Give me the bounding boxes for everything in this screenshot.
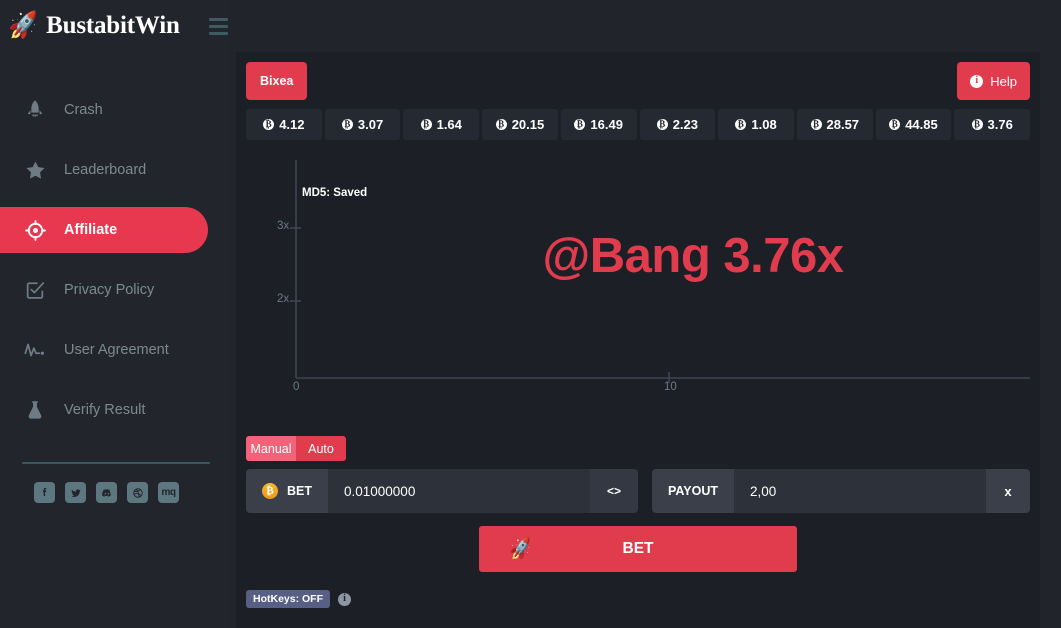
md5-status: MD5: Saved bbox=[302, 187, 368, 199]
twitter-icon[interactable] bbox=[65, 482, 86, 503]
bet-swap-button[interactable]: <> bbox=[590, 469, 638, 513]
sidebar-item-label: User Agreement bbox=[64, 342, 169, 358]
bet-amount-input[interactable] bbox=[328, 469, 590, 513]
history-chips: ₿ 4.12 ₿ 3.07 ₿ 1.64 ₿ 20.15 ₿ 16.49 ₿ 2… bbox=[246, 109, 1031, 140]
panel-toolbar: Bixea i Help bbox=[246, 62, 1030, 102]
rocket-icon bbox=[22, 97, 48, 123]
sidebar-item-label: Affiliate bbox=[64, 222, 118, 238]
history-chip-value: 16.49 bbox=[590, 117, 623, 132]
x-tick-label: 10 bbox=[664, 381, 677, 393]
main-area: Bixea i Help ₿ 4.12 ₿ 3.07 ₿ 1.64 ₿ 20.1… bbox=[228, 0, 1061, 628]
history-chip-value: 44.85 bbox=[905, 117, 938, 132]
coin-icon: ₿ bbox=[656, 119, 668, 130]
bet-label-text: BET bbox=[287, 484, 312, 498]
crash-result-label: @Bang 3.76x bbox=[542, 229, 844, 283]
hotkeys-toggle[interactable]: HotKeys: OFF bbox=[246, 590, 331, 608]
history-chip[interactable]: ₿ 1.64 bbox=[403, 109, 480, 140]
sidebar-item-privacy-policy[interactable]: Privacy Policy bbox=[0, 267, 208, 313]
history-chip-value: 4.12 bbox=[279, 117, 305, 132]
history-chip-value: 2.23 bbox=[672, 117, 699, 132]
hamburger-icon[interactable] bbox=[208, 17, 228, 35]
facebook-icon[interactable] bbox=[34, 482, 55, 503]
bitcoin-icon: ₿ bbox=[262, 483, 278, 499]
place-bet-label: BET bbox=[622, 540, 654, 557]
tab-manual[interactable]: Manual bbox=[246, 436, 296, 461]
mq-icon[interactable]: mq bbox=[158, 482, 179, 503]
y-tick-label: 2x bbox=[277, 293, 290, 305]
bet-field: ₿ BET <> bbox=[246, 469, 638, 513]
game-panel: Bixea i Help ₿ 4.12 ₿ 3.07 ₿ 1.64 ₿ 20.1… bbox=[236, 52, 1040, 628]
coin-icon: ₿ bbox=[341, 119, 353, 130]
place-bet-button[interactable]: 🚀 BET bbox=[479, 526, 797, 572]
history-chip-value: 1.08 bbox=[751, 117, 777, 132]
app-root: 🚀 BustabitWin Crash Leaderboard Affiliat… bbox=[0, 0, 1061, 628]
sidebar-item-crash[interactable]: Crash bbox=[0, 87, 208, 133]
check-square-icon bbox=[22, 277, 48, 303]
history-chip-value: 1.64 bbox=[436, 117, 462, 132]
coin-icon: ₿ bbox=[574, 119, 586, 130]
payout-input[interactable] bbox=[734, 469, 986, 513]
coin-icon: ₿ bbox=[263, 119, 275, 130]
tab-auto[interactable]: Auto bbox=[296, 436, 346, 461]
discord-icon[interactable] bbox=[96, 482, 117, 503]
rocket-icon: 🚀 bbox=[6, 10, 41, 41]
social-links: mq bbox=[0, 464, 228, 503]
payout-field: PAYOUT x bbox=[652, 469, 1030, 513]
history-chip-value: 20.15 bbox=[511, 117, 545, 132]
sidebar-item-leaderboard[interactable]: Leaderboard bbox=[0, 147, 208, 193]
history-chip[interactable]: ₿ 16.49 bbox=[560, 109, 637, 140]
history-chip[interactable]: ₿ 28.57 bbox=[796, 109, 873, 140]
coin-icon: ₿ bbox=[420, 119, 432, 130]
sidebar-item-label: Privacy Policy bbox=[64, 282, 155, 298]
sidebar-item-verify-result[interactable]: Verify Result bbox=[0, 387, 208, 433]
info-icon: i bbox=[970, 74, 984, 88]
info-icon[interactable]: i bbox=[338, 592, 352, 606]
sidebar-nav: Crash Leaderboard Affiliate Privacy Poli… bbox=[0, 80, 228, 440]
history-chip-value: 3.07 bbox=[357, 117, 384, 132]
history-chip[interactable]: ₿ 4.12 bbox=[246, 109, 322, 140]
bet-controls: ₿ BET <> PAYOUT x bbox=[246, 469, 1030, 513]
sidebar-item-label: Crash bbox=[64, 102, 103, 118]
history-chip-value: 28.57 bbox=[826, 117, 860, 132]
history-chip[interactable]: ₿ 2.23 bbox=[639, 109, 716, 140]
bet-field-label: ₿ BET bbox=[246, 469, 328, 513]
flask-icon bbox=[22, 397, 48, 423]
sidebar-item-label: Verify Result bbox=[64, 402, 146, 418]
coin-icon: ₿ bbox=[971, 119, 983, 130]
bet-button-row: 🚀 BET bbox=[246, 526, 1030, 572]
brand-title: BustabitWin bbox=[46, 12, 180, 39]
brand-header: 🚀 BustabitWin bbox=[0, 0, 228, 52]
history-chip-value: 3.76 bbox=[987, 117, 1013, 132]
coin-icon: ₿ bbox=[735, 119, 747, 130]
history-chip[interactable]: ₿ 1.08 bbox=[718, 109, 794, 140]
star-icon bbox=[22, 157, 48, 183]
bixea-button[interactable]: Bixea bbox=[246, 62, 308, 100]
payout-field-label: PAYOUT bbox=[652, 469, 735, 513]
coin-icon: ₿ bbox=[810, 119, 822, 130]
x-tick-label: 0 bbox=[293, 381, 300, 393]
history-chip[interactable]: ₿ 20.15 bbox=[482, 109, 558, 140]
help-button[interactable]: i Help bbox=[957, 62, 1030, 100]
sidebar-item-label: Leaderboard bbox=[64, 162, 147, 178]
history-chip[interactable]: ₿ 3.76 bbox=[954, 109, 1031, 140]
sidebar: 🚀 BustabitWin Crash Leaderboard Affiliat… bbox=[0, 0, 228, 628]
payout-multiplier-button[interactable]: x bbox=[986, 469, 1030, 513]
mode-tabs: Manual Auto bbox=[246, 436, 346, 461]
coin-icon: ₿ bbox=[495, 119, 507, 130]
rocket-icon: 🚀 bbox=[507, 537, 535, 562]
coin-icon: ₿ bbox=[889, 119, 901, 130]
help-label: Help bbox=[990, 73, 1017, 89]
history-chip[interactable]: ₿ 3.07 bbox=[324, 109, 401, 140]
sidebar-item-user-agreement[interactable]: User Agreement bbox=[0, 327, 208, 373]
target-icon bbox=[22, 217, 48, 243]
pulse-icon bbox=[22, 337, 48, 363]
history-chip[interactable]: ₿ 44.85 bbox=[875, 109, 952, 140]
sidebar-item-affiliate[interactable]: Affiliate bbox=[0, 207, 208, 253]
hotkeys-row: HotKeys: OFF i bbox=[246, 590, 1030, 608]
crash-chart: 3x 2x 0 10 MD5: Saved @Bang 3.76x bbox=[246, 152, 1030, 420]
dribbble-icon[interactable] bbox=[127, 482, 148, 503]
